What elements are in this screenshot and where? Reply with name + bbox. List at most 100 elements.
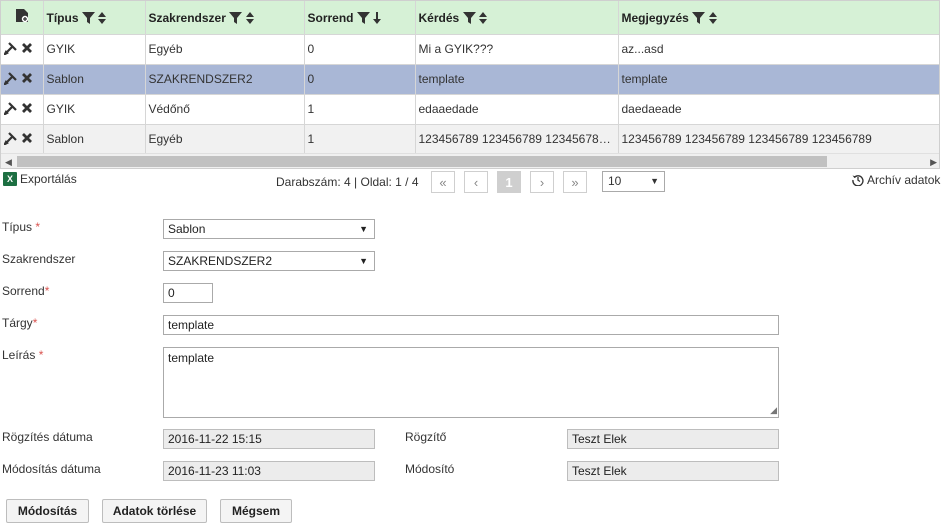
edit-tools-icon[interactable] bbox=[4, 71, 18, 85]
cell-szakrendszer: Egyéb bbox=[145, 34, 305, 65]
chevron-left-icon: ‹ bbox=[473, 174, 479, 190]
scroll-left-icon[interactable]: ◀ bbox=[5, 157, 12, 168]
cell-sorrend: 0 bbox=[304, 34, 416, 65]
column-header-megjegyzes[interactable]: Megjegyzés bbox=[618, 1, 939, 35]
excel-icon: X bbox=[3, 172, 17, 186]
cell-megjegyzes: template bbox=[618, 64, 939, 95]
sort-icon[interactable] bbox=[708, 11, 717, 24]
cell-tipus: GYIK bbox=[43, 34, 146, 65]
cell-sorrend: 1 bbox=[304, 124, 416, 155]
edit-tools-icon[interactable] bbox=[4, 101, 18, 115]
rogzito-label: Rögzítő bbox=[405, 430, 447, 444]
column-header-tipus[interactable]: Típus bbox=[43, 1, 146, 35]
sort-icon[interactable] bbox=[98, 11, 107, 24]
new-record-header[interactable] bbox=[1, 1, 44, 35]
double-chevron-right-icon: » bbox=[571, 174, 579, 190]
sort-icon[interactable] bbox=[478, 11, 487, 24]
scroll-right-icon[interactable]: ▶ bbox=[930, 157, 937, 168]
leiras-label: Leírás * bbox=[2, 348, 43, 362]
caret-down-icon: ▼ bbox=[650, 176, 659, 186]
filter-icon[interactable] bbox=[692, 11, 706, 24]
cell-tipus: Sablon bbox=[43, 124, 146, 155]
export-label: Exportálás bbox=[20, 172, 77, 186]
delete-icon[interactable] bbox=[21, 72, 33, 84]
new-document-icon[interactable] bbox=[15, 8, 29, 23]
first-page-button[interactable]: « bbox=[431, 171, 455, 193]
edit-tools-icon[interactable] bbox=[4, 41, 18, 55]
sort-descending-icon[interactable] bbox=[373, 11, 382, 24]
export-button[interactable]: X Exportálás bbox=[3, 172, 77, 186]
column-label: Típus bbox=[46, 10, 79, 25]
table-row-selected[interactable]: Sablon SZAKRENDSZER2 0 template template bbox=[1, 64, 939, 95]
data-grid: Típus Szakrendszer Sorrend Kérdés Megjeg… bbox=[0, 0, 940, 169]
column-header-sorrend[interactable]: Sorrend bbox=[304, 1, 416, 35]
cell-megjegyzes: 123456789 123456789 123456789 123456789 bbox=[618, 124, 939, 155]
cell-kerdes: edaaedade bbox=[415, 94, 619, 125]
delete-icon[interactable] bbox=[21, 132, 33, 144]
column-header-kerdes[interactable]: Kérdés bbox=[415, 1, 619, 35]
delete-icon[interactable] bbox=[21, 102, 33, 114]
required-mark: * bbox=[38, 348, 44, 362]
required-mark: * bbox=[44, 284, 50, 298]
delete-icon[interactable] bbox=[21, 42, 33, 54]
column-header-szakrendszer[interactable]: Szakrendszer bbox=[145, 1, 305, 35]
row-actions bbox=[4, 41, 33, 55]
archive-label: Archív adatok bbox=[867, 173, 941, 187]
cell-kerdes: template bbox=[415, 64, 619, 95]
chevron-right-icon: › bbox=[539, 174, 545, 190]
sort-icon[interactable] bbox=[245, 11, 254, 24]
row-actions bbox=[4, 101, 33, 115]
szakrendszer-select[interactable]: SZAKRENDSZER2 ▼ bbox=[163, 251, 375, 271]
pager-info: Darabszám: 4 | Oldal: 1 / 4 bbox=[276, 175, 419, 189]
last-page-button[interactable]: » bbox=[563, 171, 587, 193]
cancel-button[interactable]: Mégsem bbox=[220, 499, 292, 523]
sorrend-label: Sorrend* bbox=[2, 284, 49, 298]
szakrendszer-label: Szakrendszer bbox=[2, 252, 76, 266]
filter-icon[interactable] bbox=[356, 11, 370, 24]
tipus-value: Sablon bbox=[168, 222, 206, 236]
edit-tools-icon[interactable] bbox=[4, 131, 18, 145]
modify-button[interactable]: Módosítás bbox=[6, 499, 89, 523]
leiras-value: template bbox=[168, 351, 215, 365]
filter-icon[interactable] bbox=[462, 11, 476, 24]
rogzites-datum-field: 2016-11-22 15:15 bbox=[163, 429, 375, 449]
caret-down-icon: ▼ bbox=[359, 256, 368, 266]
row-actions bbox=[4, 71, 33, 85]
delete-data-button[interactable]: Adatok törlése bbox=[102, 499, 207, 523]
page-size-select[interactable]: 10 ▼ bbox=[602, 171, 665, 192]
prev-page-button[interactable]: ‹ bbox=[464, 171, 488, 193]
filter-icon[interactable] bbox=[229, 11, 243, 24]
archive-data-link[interactable]: Archív adatok bbox=[852, 173, 940, 187]
sorrend-input[interactable]: 0 bbox=[163, 283, 213, 303]
double-chevron-left-icon: « bbox=[439, 174, 447, 190]
cell-tipus: Sablon bbox=[43, 64, 146, 95]
modosito-field: Teszt Elek bbox=[567, 461, 779, 481]
scrollbar-thumb[interactable] bbox=[17, 156, 827, 167]
cell-szakrendszer: Védőnő bbox=[145, 94, 305, 125]
leiras-textarea[interactable]: template ◢ bbox=[163, 347, 779, 418]
tipus-select[interactable]: Sablon ▼ bbox=[163, 219, 375, 239]
resize-grip-icon[interactable]: ◢ bbox=[770, 405, 777, 416]
current-page-button[interactable]: 1 bbox=[497, 171, 521, 193]
column-label: Kérdés bbox=[418, 10, 460, 25]
filter-icon[interactable] bbox=[81, 11, 95, 24]
targy-input[interactable]: template bbox=[163, 315, 779, 335]
column-label: Szakrendszer bbox=[148, 10, 226, 25]
rogzites-datum-label: Rögzítés dátuma bbox=[2, 430, 93, 444]
cell-megjegyzes: az...asd bbox=[618, 34, 939, 65]
cell-szakrendszer: Egyéb bbox=[145, 124, 305, 155]
label-text: Leírás bbox=[2, 348, 36, 362]
table-row[interactable]: GYIK Védőnő 1 edaaedade daedaeade bbox=[1, 94, 939, 125]
label-text: Típus bbox=[2, 220, 33, 234]
label-text: Sorrend bbox=[2, 284, 45, 298]
cell-sorrend: 0 bbox=[304, 64, 416, 95]
next-page-button[interactable]: › bbox=[530, 171, 554, 193]
required-mark: * bbox=[35, 220, 41, 234]
table-row[interactable]: Sablon Egyéb 1 123456789 123456789 12345… bbox=[1, 124, 939, 155]
required-mark: * bbox=[32, 316, 38, 330]
page-number: 1 bbox=[505, 174, 513, 190]
horizontal-scrollbar[interactable]: ◀ ▶ bbox=[1, 153, 939, 168]
table-row[interactable]: GYIK Egyéb 0 Mi a GYIK??? az...asd bbox=[1, 34, 939, 65]
grid-header-row: Típus Szakrendszer Sorrend Kérdés Megjeg… bbox=[1, 1, 939, 35]
cell-sorrend: 1 bbox=[304, 94, 416, 125]
